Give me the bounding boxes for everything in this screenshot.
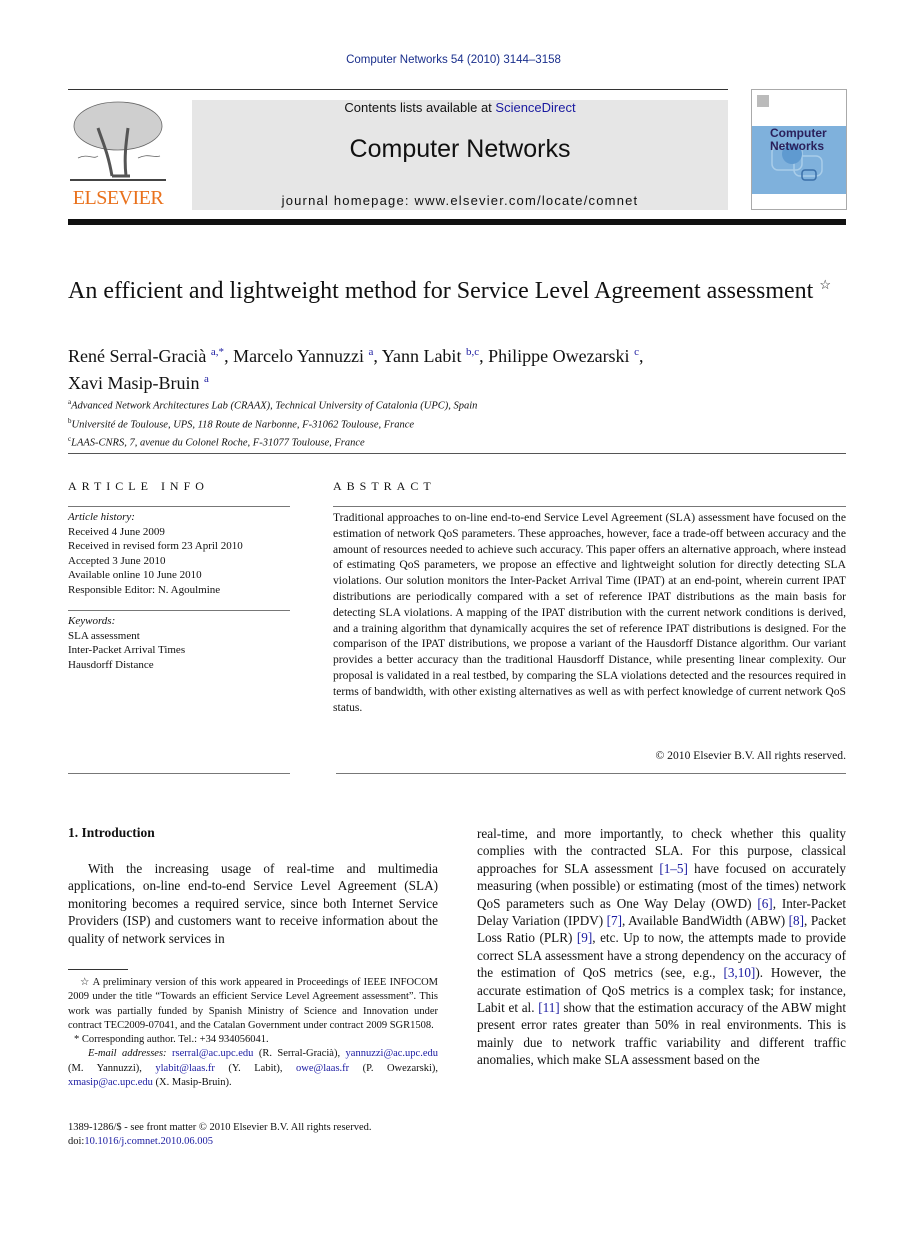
author-name: Xavi Masip-Bruin [68,373,200,393]
cover-band: Computer Networks [752,126,846,194]
email-link[interactable]: xmasip@ac.upc.edu [68,1077,153,1088]
elsevier-logo[interactable]: ELSEVIER [68,98,168,210]
history-item: Responsible Editor: N. Agoulmine [68,583,221,596]
corresponding-author-footnote: * Corresponding author. Tel.: +34 934056… [74,1034,269,1046]
email-link[interactable]: yannuzzi@ac.upc.edu [346,1048,438,1059]
affiliation-text: LAAS-CNRS, 7, avenue du Colonel Roche, F… [71,437,365,449]
author-name: Yann Labit [381,346,462,366]
author: Philippe Owezarski c, [488,346,643,366]
article-history: Article history: Received 4 June 2009 Re… [68,510,290,597]
tree-icon [70,101,166,181]
citation-link[interactable]: [11] [538,1000,559,1015]
issn-line: 1389-1286/$ - see front matter © 2010 El… [68,1122,372,1133]
keywords-label: Keywords: [68,615,116,627]
keyword: Hausdorff Distance [68,658,154,671]
affiliation: bUniversité de Toulouse, UPS, 118 Route … [68,414,848,433]
author-name: Philippe Owezarski [488,346,630,366]
citation-link[interactable]: [7] [607,913,622,928]
front-matter: 1389-1286/$ - see front matter © 2010 El… [68,1121,438,1150]
affiliation: cLAAS-CNRS, 7, avenue du Colonel Roche, … [68,432,848,451]
email-link[interactable]: rserral@ac.upc.edu [172,1048,253,1059]
abstract-rule [333,506,846,507]
author-name: Marcelo Yannuzzi [233,346,365,366]
body-text: , Available BandWidth (ABW) [622,913,789,929]
section-divider [68,453,846,454]
author-affiliation-mark[interactable]: a [204,373,209,385]
contents-prefix: Contents lists available at [344,100,496,115]
email-owner: (Y. Labit), [214,1062,297,1074]
keyword: Inter-Packet Arrival Times [68,644,186,656]
article-title: An efficient and lightweight method for … [68,270,848,306]
title-footnote-mark[interactable]: ☆ [819,277,831,292]
cover-logo-icon [757,95,769,107]
cover-title-line2: Networks [770,139,825,153]
citation-link[interactable]: [9] [577,930,592,945]
article-info-rule [68,506,290,507]
article-info-heading: ARTICLE INFO [68,479,209,493]
abstract-rule [336,773,846,774]
doi-line: doi:10.1016/j.comnet.2010.06.005 [68,1135,438,1149]
author-separator: , [479,346,489,366]
author-list: René Serral-Gracià a,*, Marcelo Yannuzzi… [68,341,848,395]
journal-name: Computer Networks [349,135,571,163]
top-rule [68,89,728,90]
elsevier-wordmark: ELSEVIER [72,187,164,209]
email-owner: (M. Yannuzzi), [68,1062,156,1074]
author-affiliation-mark[interactable]: b,c [466,346,479,358]
author-separator: , [224,346,234,366]
doi-link[interactable]: 10.1016/j.comnet.2010.06.005 [84,1136,213,1147]
affiliation-list: aAdvanced Network Architectures Lab (CRA… [68,395,848,451]
author: Yann Labit b,c, [382,346,488,366]
journal-homepage[interactable]: journal homepage: www.elsevier.com/locat… [192,193,728,208]
keywords: Keywords: SLA assessment Inter-Packet Ar… [68,614,290,672]
email-link[interactable]: ylabit@laas.fr [155,1063,215,1074]
author: René Serral-Gracià a,*, [68,346,233,366]
introduction-paragraph-right: real-time, and more importantly, to chec… [477,825,846,1069]
title-text: An efficient and lightweight method for … [68,278,814,304]
article-info-rule [68,773,290,774]
abstract-heading: ABSTRACT [333,479,436,493]
email-owner: (R. Serral-Gracià), [253,1048,346,1060]
abstract-copyright: © 2010 Elsevier B.V. All rights reserved… [655,749,846,762]
history-item: Received 4 June 2009 [68,525,165,538]
history-item: Received in revised form 23 April 2010 [68,540,243,552]
footnotes: ☆ A preliminary version of this work app… [68,976,438,1090]
affiliation-text: Advanced Network Architectures Lab (CRAA… [71,400,478,412]
email-owner: (P. Owezarski), [349,1062,438,1074]
citation-link[interactable]: [6] [757,896,772,911]
author-affiliation-mark[interactable]: a,* [211,346,224,358]
affiliation-text: Université de Toulouse, UPS, 118 Route d… [71,419,415,430]
citation-link[interactable]: [1–5] [659,861,688,876]
journal-citation[interactable]: Computer Networks 54 (2010) 3144–3158 [0,54,907,66]
email-link[interactable]: owe@laas.fr [296,1063,349,1074]
author-name: René Serral-Gracià [68,346,207,366]
author-separator: , [373,346,382,366]
email-label: E-mail addresses: [88,1048,167,1060]
funding-footnote: ☆ A preliminary version of this work app… [68,977,438,1031]
doi-prefix: doi: [68,1136,85,1148]
article-history-label: Article history: [68,511,135,523]
author: Marcelo Yannuzzi a, [233,346,382,366]
email-footnote: E-mail addresses: rserral@ac.upc.edu (R.… [68,1047,438,1090]
article-info-rule [68,610,290,611]
introduction-heading: 1. Introduction [68,825,155,840]
affiliation: aAdvanced Network Architectures Lab (CRA… [68,395,848,414]
cover-title-line1: Computer [770,126,827,140]
footnote-rule [68,969,128,970]
header-thick-rule [68,219,846,225]
contents-line: Contents lists available at ScienceDirec… [192,100,728,115]
email-owner: (X. Masip-Bruin). [152,1077,232,1089]
citation-link[interactable]: [8] [789,913,804,928]
author-separator: , [638,346,644,366]
history-item: Available online 10 June 2010 [68,569,202,581]
introduction-paragraph-left: With the increasing usage of real-time a… [68,861,438,946]
keyword: SLA assessment [68,629,140,642]
history-item: Accepted 3 June 2010 [68,554,166,567]
author: Xavi Masip-Bruin a [68,373,209,393]
journal-cover-image[interactable]: Computer Networks [751,89,847,210]
abstract-text: Traditional approaches to on-line end-to… [333,511,846,714]
sciencedirect-link[interactable]: ScienceDirect [495,100,575,115]
citation-link[interactable]: [3,10] [723,965,755,980]
